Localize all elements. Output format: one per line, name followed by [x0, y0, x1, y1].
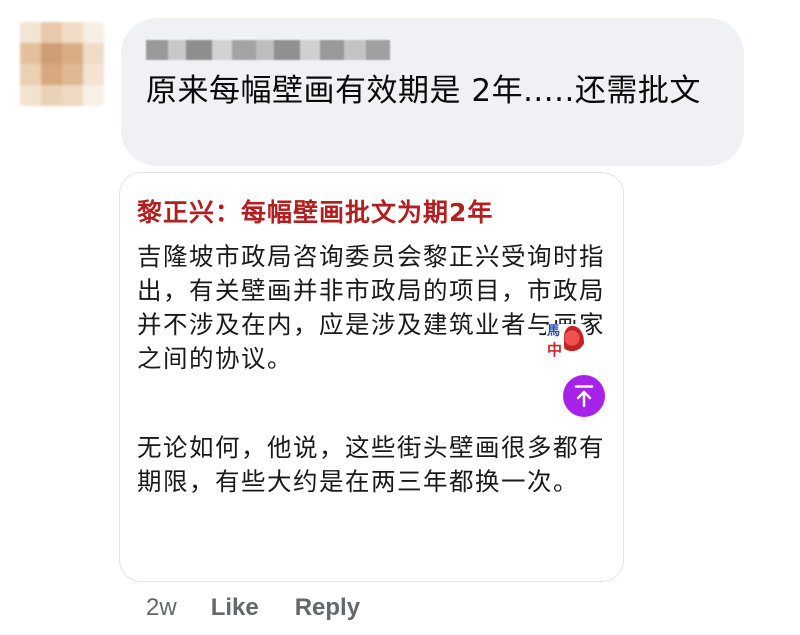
watermark-logo: 馬 中 [546, 324, 586, 362]
article-title: 黎正兴：每幅壁画批文为期2年 [137, 198, 494, 227]
article-paragraph-1: 吉隆坡市政局咨询委员会黎正兴受询时指出，有关壁画并非市政局的项目，市政局并不涉及… [137, 242, 605, 373]
comment-actions: 2w Like Reply [146, 590, 360, 626]
comment-text: 原来每幅壁画有效期是 2年.....还需批文 [146, 73, 701, 109]
like-button[interactable]: Like [211, 590, 259, 626]
link-preview-card[interactable] [119, 172, 624, 582]
comment-timestamp[interactable]: 2w [146, 590, 177, 626]
watermark-logo-bottom: 中 [547, 341, 563, 359]
scroll-to-top-button[interactable] [563, 375, 605, 417]
watermark-logo-mark [564, 326, 584, 356]
article-paragraph-2: 无论如何，他说，这些街头壁画很多都有期限，有些大约是在两三年都换一次。 [137, 433, 605, 496]
arrow-up-icon [574, 385, 594, 408]
watermark-logo-top: 馬 [547, 324, 561, 339]
avatar[interactable] [20, 22, 104, 106]
commenter-name-redacted[interactable] [146, 40, 390, 60]
comment-thread: 原来每幅壁画有效期是 2年.....还需批文 黎正兴：每幅壁画批文为期2年 吉隆… [0, 0, 800, 635]
reply-button[interactable]: Reply [295, 590, 360, 626]
